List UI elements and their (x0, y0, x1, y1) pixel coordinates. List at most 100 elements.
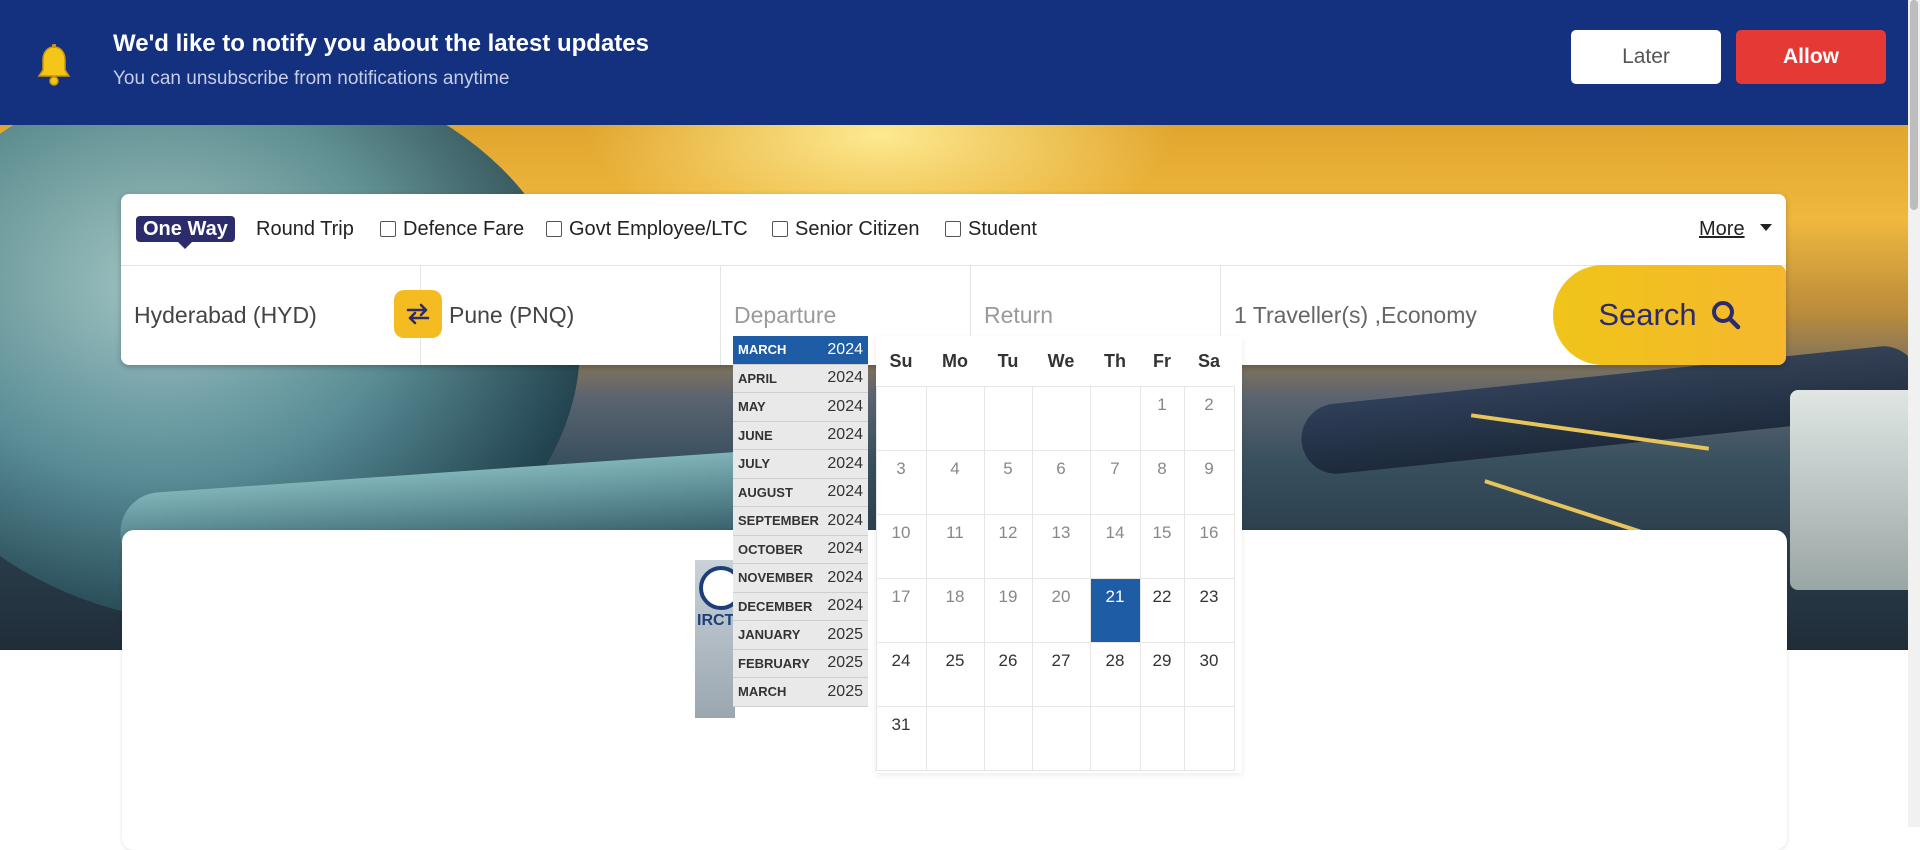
scrollbar-thumb[interactable] (1910, 0, 1918, 210)
checkbox-box[interactable] (546, 221, 562, 237)
calendar-day[interactable]: 22 (1139, 577, 1185, 643)
calendar-day: 19 (983, 577, 1033, 643)
student-checkbox[interactable]: Student (945, 216, 1037, 242)
checkbox-box[interactable] (945, 221, 961, 237)
later-button[interactable]: Later (1571, 30, 1721, 84)
service-truck-image (1790, 390, 1908, 590)
month-item[interactable]: NOVEMBER 2024 (733, 564, 868, 593)
month-year: 2025 (827, 654, 863, 672)
page-scrollbar[interactable] (1908, 0, 1920, 827)
month-year: 2025 (827, 682, 863, 700)
bell-icon (37, 44, 71, 86)
to-field[interactable]: Pune (PNQ) (421, 265, 721, 365)
month-year: 2025 (827, 625, 863, 643)
month-year: 2024 (827, 540, 863, 558)
month-year: 2024 (827, 511, 863, 529)
month-year: 2024 (827, 483, 863, 501)
calendar-day[interactable]: 28 (1089, 641, 1141, 707)
search-button-label: Search (1598, 297, 1697, 332)
calendar-day[interactable]: 27 (1031, 641, 1091, 707)
month-name: JANUARY (738, 627, 801, 643)
calendar-day: 8 (1139, 449, 1185, 515)
month-item[interactable]: APRIL 2024 (733, 364, 868, 393)
calendar-day[interactable]: 26 (983, 641, 1033, 707)
defence-fare-checkbox[interactable]: Defence Fare (380, 216, 524, 242)
month-item[interactable]: FEBRUARY 2025 (733, 649, 868, 678)
month-year: 2024 (827, 454, 863, 472)
month-year: 2024 (827, 568, 863, 586)
calendar-day[interactable]: 23 (1183, 577, 1235, 643)
calendar-day[interactable]: 29 (1139, 641, 1185, 707)
month-item[interactable]: MAY 2024 (733, 393, 868, 422)
swap-button[interactable] (394, 290, 442, 338)
calendar-day: 13 (1031, 513, 1091, 579)
month-name: OCTOBER (738, 541, 803, 557)
month-year: 2024 (827, 369, 863, 387)
month-item[interactable]: MARCH 2025 (733, 678, 868, 707)
calendar-day[interactable]: 30 (1183, 641, 1235, 707)
calendar-day[interactable]: 21 (1089, 577, 1141, 643)
month-item[interactable]: AUGUST 2024 (733, 478, 868, 507)
month-year: 2024 (827, 597, 863, 615)
month-name: APRIL (738, 370, 777, 386)
calendar-day: 11 (925, 513, 985, 579)
tab-one-way[interactable]: One Way (136, 216, 235, 249)
calendar-day: 12 (983, 513, 1033, 579)
calendar-day: 14 (1089, 513, 1141, 579)
calendar-empty-cell (1139, 705, 1185, 771)
from-field[interactable]: Hyderabad (HYD) (121, 265, 421, 365)
tab-round-trip[interactable]: Round Trip (256, 216, 354, 242)
calendar-empty-cell (983, 385, 1033, 451)
month-item[interactable]: MARCH 2024 (733, 336, 868, 365)
irctc-text: IRCT (697, 612, 735, 629)
senior-citizen-checkbox[interactable]: Senior Citizen (772, 216, 920, 242)
calendar-empty-cell (925, 705, 985, 771)
calendar-empty-cell (1031, 385, 1091, 451)
notification-banner: We'd like to notify you about the latest… (0, 0, 1908, 125)
month-item[interactable]: JANUARY 2025 (733, 621, 868, 650)
month-name: AUGUST (738, 484, 793, 500)
irctc-banner-image[interactable]: IRCT (695, 560, 735, 718)
weekday-label: Su (889, 350, 913, 371)
calendar-day: 18 (925, 577, 985, 643)
allow-button[interactable]: Allow (1736, 30, 1886, 84)
calendar-day: 6 (1031, 449, 1091, 515)
calendar-day: 10 (875, 513, 927, 579)
month-list: MARCH 2024 APRIL 2024 MAY 2024 JUNE 2024 JULY 202… (733, 336, 868, 707)
month-item[interactable]: DECEMBER 2024 (733, 592, 868, 621)
date-picker-calendar: Su Mo Tu We Th Fr Sa 1 2 3 4 5 6 7 8 9 10 11 12 13 14 15 16 17… (875, 336, 1242, 773)
checkbox-box[interactable] (772, 221, 788, 237)
day-grid: 1 2 3 4 5 6 7 8 9 10 11 12 13 14 15 16 17 18 19 20 21 22 23 24 2… (875, 385, 1242, 771)
checkbox-box[interactable] (380, 221, 396, 237)
govt-employee-checkbox[interactable]: Govt Employee/LTC (546, 216, 748, 242)
calendar-day[interactable]: 31 (875, 705, 927, 771)
calendar-empty-cell (1183, 705, 1235, 771)
irctc-logo-icon (699, 566, 735, 610)
calendar-day: 4 (925, 449, 985, 515)
month-item[interactable]: JULY 2024 (733, 450, 868, 479)
calendar-day[interactable]: 25 (925, 641, 985, 707)
month-item[interactable]: JUNE 2024 (733, 421, 868, 450)
month-item[interactable]: SEPTEMBER 2024 (733, 507, 868, 536)
month-name: MARCH (738, 342, 787, 358)
month-year: 2024 (827, 426, 863, 444)
notification-subtitle: You can unsubscribe from notifications a… (113, 68, 510, 89)
calendar-empty-cell (1089, 385, 1141, 451)
month-name: NOVEMBER (738, 570, 814, 586)
calendar-day: 20 (1031, 577, 1091, 643)
month-name: DECEMBER (738, 598, 813, 614)
month-name: MAY (738, 399, 766, 415)
month-item[interactable]: OCTOBER 2024 (733, 535, 868, 564)
more-dropdown[interactable]: More (1699, 216, 1745, 242)
caret-down-icon[interactable] (1760, 224, 1772, 231)
calendar-day[interactable]: 24 (875, 641, 927, 707)
calendar-day: 3 (875, 449, 927, 515)
calendar-empty-cell (875, 385, 927, 451)
weekday-label: Sa (1197, 350, 1221, 371)
calendar-day: 15 (1139, 513, 1185, 579)
search-button[interactable]: Search (1553, 265, 1786, 365)
checkbox-label: Senior Citizen (795, 218, 920, 240)
month-name: JUNE (738, 427, 773, 443)
search-icon (1711, 301, 1740, 330)
weekday-label: Mo (942, 350, 968, 371)
